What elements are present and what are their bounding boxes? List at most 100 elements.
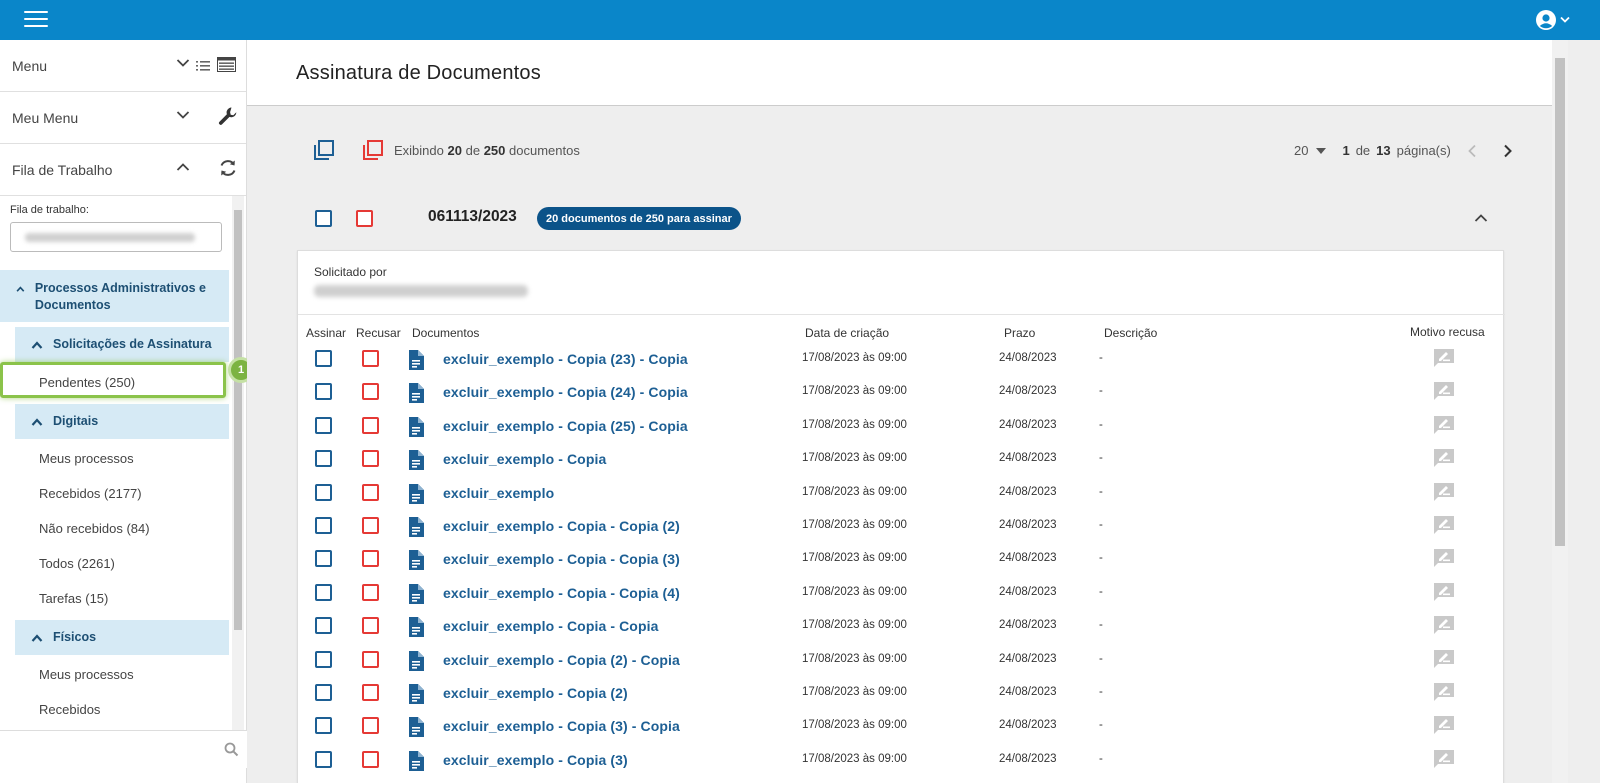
search-icon[interactable] [224, 742, 239, 757]
select-all-sign-icon[interactable] [314, 140, 334, 160]
count-of: de [465, 143, 481, 158]
display-count: Exibindo 20 de 250 documentos [394, 143, 580, 158]
chevron-up-icon[interactable] [176, 162, 190, 172]
reject-checkbox[interactable] [362, 650, 379, 668]
sign-checkbox[interactable] [315, 350, 332, 367]
reject-checkbox[interactable] [362, 416, 379, 434]
select-all-reject-icon[interactable] [363, 140, 383, 160]
chevron-up-icon[interactable] [1474, 213, 1488, 223]
sidebar-scrollbar[interactable] [232, 196, 244, 734]
reject-checkbox[interactable] [362, 350, 379, 367]
refresh-icon[interactable] [218, 158, 238, 178]
comment-edit-icon[interactable] [1433, 415, 1455, 435]
sign-checkbox[interactable] [315, 483, 332, 501]
sidebar-item-nao-recebidos[interactable]: Não recebidos (84) [39, 521, 150, 536]
document-link[interactable]: excluir_exemplo - Copia (2) - Copia [443, 652, 680, 668]
sign-checkbox[interactable] [315, 650, 332, 668]
table-row: excluir_exemplo - Copia 17/08/2023 às 09:… [298, 448, 1505, 483]
document-link[interactable]: excluir_exemplo - Copia (3) [443, 752, 628, 768]
group-processos-administrativos[interactable]: Processos Administrativos e Documentos [0, 270, 229, 322]
sign-checkbox[interactable] [315, 450, 332, 468]
main-scrollbar[interactable] [1552, 40, 1568, 783]
comment-edit-icon[interactable] [1433, 615, 1455, 635]
list-view-icon[interactable] [196, 60, 210, 72]
comment-edit-icon[interactable] [1433, 649, 1455, 669]
document-link[interactable]: excluir_exemplo - Copia (3) - Copia [443, 718, 680, 734]
chevron-down-icon[interactable] [176, 110, 190, 120]
sign-checkbox[interactable] [315, 550, 332, 568]
document-icon [409, 650, 424, 671]
comment-edit-icon[interactable] [1433, 582, 1455, 602]
hamburger-icon[interactable] [24, 11, 48, 29]
sign-checkbox[interactable] [315, 517, 332, 534]
sidebar-menu-header[interactable]: Menu [0, 40, 246, 92]
comment-edit-icon[interactable] [1433, 715, 1455, 735]
sign-checkbox[interactable] [315, 750, 332, 768]
col-header-prazo: Prazo [1004, 326, 1036, 340]
chevron-up-icon [16, 286, 25, 292]
group-label: Físicos [53, 630, 97, 644]
scrollbar-thumb[interactable] [1555, 58, 1565, 546]
comment-edit-icon[interactable] [1433, 381, 1455, 401]
scrollbar-thumb[interactable] [234, 210, 242, 630]
reject-checkbox[interactable] [362, 617, 379, 635]
document-link[interactable]: excluir_exemplo - Copia (2) [443, 685, 628, 701]
process-reject-checkbox[interactable] [356, 210, 373, 227]
comment-edit-icon[interactable] [1433, 515, 1455, 535]
comment-edit-icon[interactable] [1433, 448, 1455, 468]
document-link[interactable]: excluir_exemplo - Copia (25) - Copia [443, 418, 688, 434]
wrench-icon[interactable] [218, 106, 238, 126]
sign-checkbox[interactable] [315, 617, 332, 635]
sidebar-item-todos[interactable]: Todos (2261) [39, 556, 115, 571]
chevron-left-icon[interactable] [1467, 144, 1477, 158]
sidebar-search-input[interactable] [0, 730, 247, 768]
reject-checkbox[interactable] [362, 550, 379, 568]
document-link[interactable]: excluir_exemplo - Copia (23) - Copia [443, 351, 688, 367]
sign-checkbox[interactable] [315, 583, 332, 601]
reject-checkbox[interactable] [362, 450, 379, 468]
reject-checkbox[interactable] [362, 750, 379, 768]
chevron-right-icon[interactable] [1503, 144, 1513, 158]
sign-checkbox[interactable] [315, 717, 332, 735]
document-link[interactable]: excluir_exemplo - Copia - Copia [443, 618, 659, 634]
reject-checkbox[interactable] [362, 517, 379, 534]
document-link[interactable]: excluir_exemplo - Copia (24) - Copia [443, 384, 688, 400]
comment-edit-icon[interactable] [1433, 682, 1455, 702]
sidebar-item-recebidos[interactable]: Recebidos (2177) [39, 486, 142, 501]
document-link[interactable]: excluir_exemplo - Copia - Copia (3) [443, 551, 680, 567]
deadline: 24/08/2023 [999, 352, 1057, 364]
process-sign-checkbox[interactable] [315, 210, 332, 227]
chevron-up-icon [31, 418, 43, 426]
sidebar-item-fisicos-recebidos[interactable]: Recebidos [39, 702, 100, 717]
reject-checkbox[interactable] [362, 717, 379, 735]
reject-checkbox[interactable] [362, 383, 379, 401]
group-digitais[interactable]: Digitais [15, 404, 229, 439]
document-link[interactable]: excluir_exemplo - Copia - Copia (2) [443, 518, 680, 534]
document-link[interactable]: excluir_exemplo - Copia [443, 451, 606, 467]
comment-edit-icon[interactable] [1433, 348, 1455, 368]
page-size-select[interactable]: 20 [1294, 143, 1327, 158]
fila-de-trabalho-select[interactable] [10, 222, 222, 252]
chevron-down-icon[interactable] [176, 58, 190, 68]
comment-edit-icon[interactable] [1433, 749, 1455, 769]
table-view-icon[interactable] [217, 57, 236, 72]
sign-checkbox[interactable] [315, 383, 332, 401]
sidebar-fila-header[interactable]: Fila de Trabalho [0, 144, 246, 196]
deadline: 24/08/2023 [999, 752, 1057, 765]
reject-checkbox[interactable] [362, 483, 379, 501]
sidebar-item-meus-processos[interactable]: Meus processos [39, 451, 134, 466]
document-link[interactable]: excluir_exemplo - Copia - Copia (4) [443, 585, 680, 601]
sidebar-item-tarefas[interactable]: Tarefas (15) [39, 591, 108, 606]
sidebar-item-fisicos-meus-processos[interactable]: Meus processos [39, 667, 134, 682]
comment-edit-icon[interactable] [1433, 548, 1455, 568]
group-fisicos[interactable]: Físicos [15, 620, 229, 655]
sidebar-meu-menu-header[interactable]: Meu Menu [0, 92, 246, 144]
sign-checkbox[interactable] [315, 684, 332, 701]
user-menu-button[interactable] [1536, 9, 1570, 31]
group-solicitacoes-assinatura[interactable]: Solicitações de Assinatura [15, 327, 229, 362]
comment-edit-icon[interactable] [1433, 482, 1455, 502]
reject-checkbox[interactable] [362, 684, 379, 701]
reject-checkbox[interactable] [362, 583, 379, 601]
sign-checkbox[interactable] [315, 416, 332, 434]
document-link[interactable]: excluir_exemplo [443, 485, 554, 501]
